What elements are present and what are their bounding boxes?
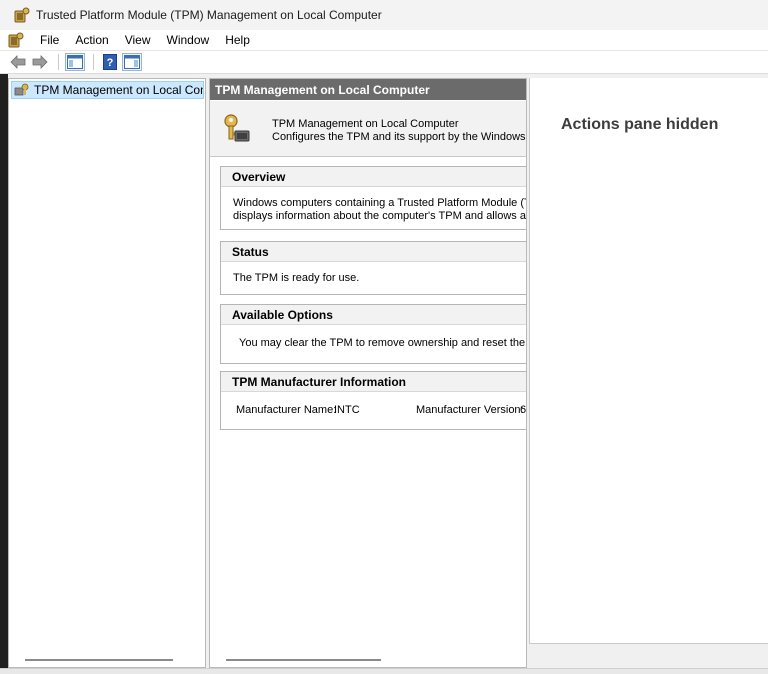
available-options-section: Available Options You may clear the TPM … [220,304,526,364]
tree-horizontal-scrollbar[interactable] [25,659,173,661]
status-bar [0,668,768,674]
tpm-key-large-icon [224,114,250,142]
menu-file[interactable]: File [32,33,67,47]
results-pane: TPM Management on Local Computer TPM Man… [209,78,527,668]
available-options-heading: Available Options [221,305,526,325]
tree-item-tpm-management[interactable]: TPM Management on Local Comp [11,81,204,99]
menu-bar: File Action View Window Help [0,30,768,50]
help-icon: ? [103,54,117,70]
show-hide-action-pane-button[interactable] [122,53,142,71]
help-button[interactable]: ? [100,53,120,71]
svg-text:?: ? [107,57,114,69]
manufacturer-section: TPM Manufacturer Information Manufacture… [220,371,527,430]
intro-description: Configures the TPM and its support by th… [272,131,526,143]
toolbar: ? [0,50,768,74]
tpm-key-icon [14,83,29,96]
mmc-window: Trusted Platform Module (TPM) Management… [0,0,768,674]
show-hide-console-tree-icon [67,55,83,69]
back-button[interactable] [8,53,28,71]
forward-arrow-icon [32,55,48,69]
title-bar: Trusted Platform Module (TPM) Management… [0,0,768,30]
available-options-text[interactable]: You may clear the TPM to remove ownershi… [239,337,526,349]
actions-pane-hidden-label: Actions pane hidden [561,116,719,133]
manufacturer-heading: TPM Manufacturer Information [221,372,526,392]
menu-window[interactable]: Window [159,33,218,47]
forward-button[interactable] [30,53,50,71]
back-arrow-icon [10,55,26,69]
menu-help[interactable]: Help [217,33,258,47]
manufacturer-name-label: Manufacturer Name: [236,404,337,416]
actions-pane: Actions pane hidden [529,78,768,644]
results-horizontal-scrollbar[interactable] [226,659,381,661]
window-title: Trusted Platform Module (TPM) Management… [36,8,382,22]
toolbar-separator [58,54,59,70]
tree-item-label: TPM Management on Local Comp [34,83,204,97]
console-tree-pane: TPM Management on Local Comp [8,78,206,668]
intro-title: TPM Management on Local Computer [272,118,459,130]
overview-line-1: Windows computers containing a Trusted P… [233,197,526,209]
show-hide-action-pane-icon [124,55,140,69]
overview-heading: Overview [221,167,526,187]
results-header: TPM Management on Local Computer [210,79,526,100]
window-left-edge [0,74,8,674]
menu-action[interactable]: Action [67,33,116,47]
menu-view[interactable]: View [117,33,159,47]
toolbar-separator [93,54,94,70]
status-text: The TPM is ready for use. [233,272,360,284]
tpm-app-icon [14,7,30,23]
status-section: Status The TPM is ready for use. [220,241,526,295]
snapin-intro: TPM Management on Local Computer Configu… [210,101,526,157]
manufacturer-version-value: 6 [520,404,527,416]
status-heading: Status [221,242,526,262]
overview-line-2: displays information about the computer'… [233,210,526,222]
mmc-system-menu-icon[interactable] [8,32,24,48]
manufacturer-name-value: INTC [334,404,360,416]
show-hide-console-tree-button[interactable] [65,53,85,71]
overview-section: Overview Windows computers containing a … [220,166,526,230]
manufacturer-version-label: Manufacturer Version: [416,404,524,416]
